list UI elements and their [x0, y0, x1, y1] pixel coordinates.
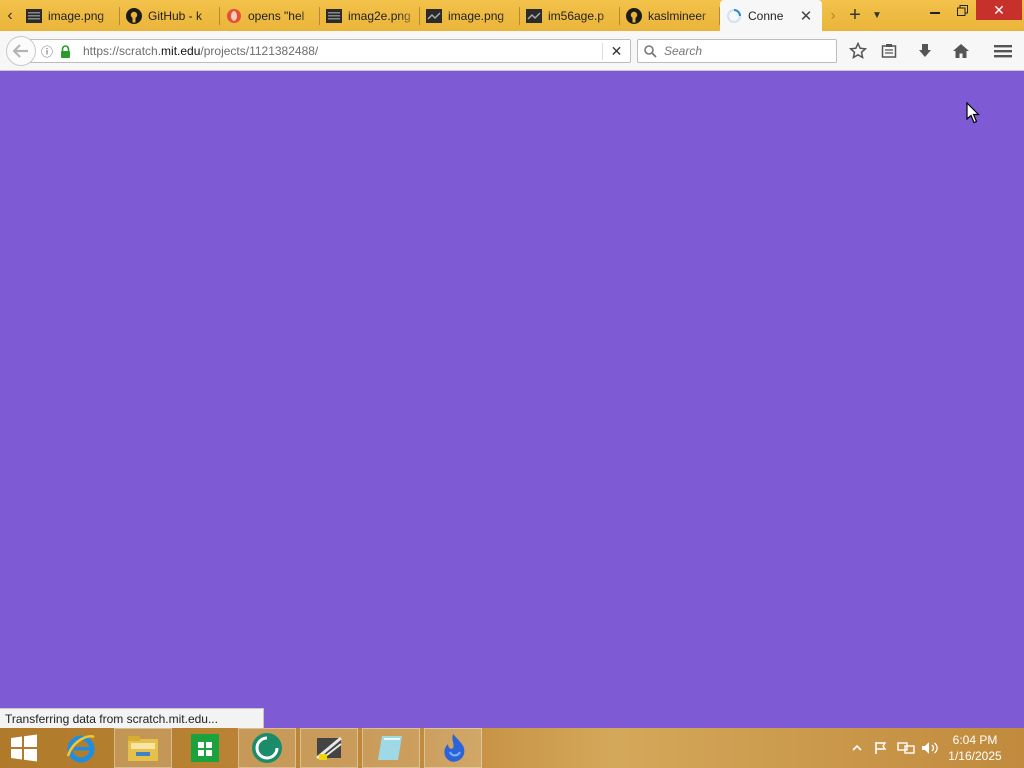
url-text[interactable]: https://scratch.mit.edu/projects/1121382… [83, 44, 602, 58]
minimize-button[interactable] [920, 0, 950, 20]
tab-label: im56age.p [548, 8, 605, 23]
clock-time: 6:04 PM [952, 733, 998, 747]
url-bar[interactable]: ⓘ https://scratch.mit.edu/projects/11213… [30, 39, 631, 63]
tab-label: GitHub - k [148, 8, 203, 23]
close-tab-icon[interactable]: ✕ [798, 8, 814, 25]
tab-label: image.png [48, 8, 105, 23]
network-icon[interactable] [896, 728, 916, 768]
tab-label: image.png [448, 8, 505, 23]
start-button[interactable] [0, 728, 48, 768]
system-clock[interactable]: 6:04 PM 1/16/2025 [940, 732, 1010, 764]
windows-store-icon[interactable] [176, 728, 234, 768]
image-file-icon [426, 8, 442, 24]
tab-strip: ‹ image.png GitHub - k opens "hel imag2e… [0, 0, 1024, 31]
action-center-flag-icon[interactable] [872, 728, 890, 768]
github-icon [626, 7, 642, 24]
url-prefix: https://scratch. [83, 44, 162, 58]
search-bar[interactable]: Search [637, 39, 837, 63]
tab-label: kaslmineer [648, 8, 707, 23]
show-hidden-icons-button[interactable] [850, 728, 864, 768]
mouse-cursor-icon [966, 101, 980, 129]
windows-taskbar: 6:04 PM 1/16/2025 [0, 728, 1024, 768]
new-tab-button[interactable]: + [844, 0, 866, 31]
url-path: /projects/1121382488/ [200, 44, 319, 58]
list-all-tabs-button[interactable]: ▼ [866, 0, 888, 31]
back-button[interactable] [6, 36, 36, 66]
tab-label: Conne [748, 8, 784, 23]
app-green-circle-icon[interactable] [238, 728, 296, 768]
close-window-button[interactable]: ✕ [976, 0, 1022, 20]
bookmark-star-icon[interactable] [846, 39, 870, 63]
menu-hamburger-icon[interactable] [991, 39, 1015, 63]
tab-label: imag2e.png [348, 8, 411, 23]
app-scanner-icon[interactable] [300, 728, 358, 768]
firefox-icon[interactable] [424, 728, 482, 768]
app-notepad-icon[interactable] [362, 728, 420, 768]
opera-icon [226, 8, 242, 24]
stop-loading-icon[interactable]: ✕ [602, 42, 630, 60]
status-bar: Transferring data from scratch.mit.edu..… [0, 708, 264, 728]
navigation-toolbar: ⓘ https://scratch.mit.edu/projects/11213… [0, 31, 1024, 71]
clock-date: 1/16/2025 [948, 749, 1002, 763]
windows-logo-icon [11, 734, 37, 762]
restore-button[interactable] [947, 0, 977, 20]
image-file-icon [26, 8, 42, 24]
tab-imag2e[interactable]: imag2e.png [320, 0, 420, 31]
loading-spinner-icon [726, 8, 742, 24]
tab-label: opens "hel [248, 8, 305, 23]
tab-image-2[interactable]: image.png [420, 0, 520, 31]
volume-icon[interactable] [920, 728, 940, 768]
search-icon [644, 44, 658, 58]
tabs-scroll-left-button[interactable]: ‹ [0, 0, 20, 31]
tab-github-1[interactable]: GitHub - k [120, 0, 220, 31]
tab-active-connecting[interactable]: Conne ✕ [720, 0, 822, 31]
tabs-scroll-right-button[interactable]: › [822, 0, 844, 31]
tab-opens[interactable]: opens "hel [220, 0, 320, 31]
tab-github-2[interactable]: kaslmineer [620, 0, 720, 31]
image-file-icon [326, 8, 342, 24]
search-placeholder: Search [664, 44, 703, 58]
page-content[interactable]: Transferring data from scratch.mit.edu..… [0, 71, 1024, 728]
tab-im56age[interactable]: im56age.p [520, 0, 620, 31]
url-domain: mit.edu [161, 44, 201, 58]
lock-icon[interactable] [60, 44, 74, 58]
home-icon[interactable] [949, 39, 973, 63]
internet-explorer-icon[interactable] [52, 728, 110, 768]
tab-image-1[interactable]: image.png [20, 0, 120, 31]
github-icon [126, 7, 142, 24]
downloads-icon[interactable] [913, 39, 937, 63]
reading-list-icon[interactable] [877, 39, 901, 63]
file-explorer-icon[interactable] [114, 728, 172, 768]
info-icon[interactable]: ⓘ [41, 43, 57, 60]
image-file-icon [526, 8, 542, 24]
